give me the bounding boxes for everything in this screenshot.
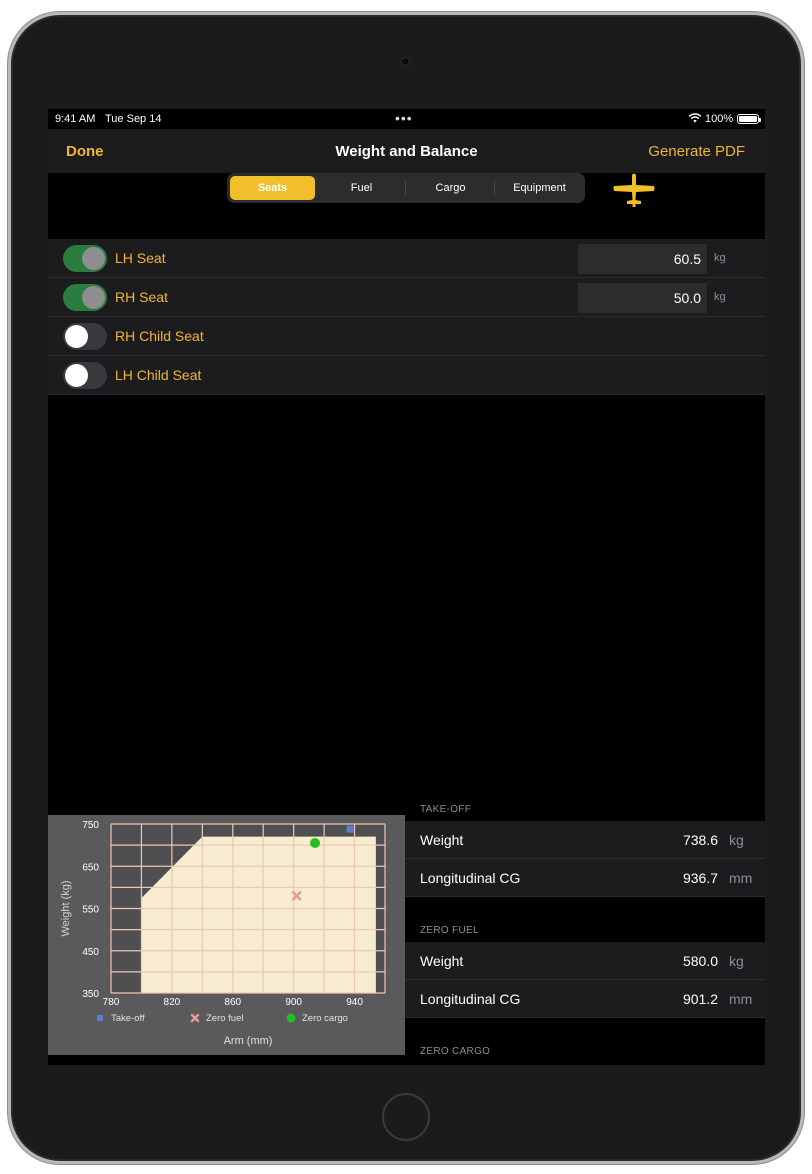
battery-fill — [739, 116, 757, 122]
tab-equipment[interactable]: Equipment — [497, 176, 582, 200]
seat-list: LH Seat 60.5 kg RH Seat 50.0 kg RH Child… — [48, 239, 765, 395]
y-tick-label: 650 — [82, 862, 99, 873]
takeoff-cg-label: Longitudinal CG — [420, 870, 521, 886]
segment-divider — [494, 181, 495, 195]
tab-segmented-control: Seats Fuel Cargo Equipment — [227, 173, 585, 203]
status-bar: 9:41 AM Tue Sep 14 ••• 100% — [48, 109, 765, 129]
legend-marker-zero-cargo — [286, 1013, 296, 1023]
battery-tip — [759, 118, 761, 122]
zero-fuel-weight-label: Weight — [420, 953, 464, 969]
chart-svg: 780 820 860 900 940 350 450 550 650 750 Arm (mm) We… — [60, 820, 386, 1047]
takeoff-weight-row: Weight 738.6 kg — [405, 821, 765, 859]
multitasking-dots-icon[interactable]: ••• — [395, 110, 413, 126]
legend-label-take-off: Take-off — [111, 1013, 145, 1024]
generate-pdf-button[interactable]: Generate PDF — [648, 143, 745, 160]
y-tick-label: 750 — [82, 820, 99, 831]
rh-seat-toggle[interactable] — [63, 284, 107, 311]
x-tick-label: 940 — [346, 997, 363, 1008]
zero-fuel-cg-value: 901.2 — [682, 991, 718, 1007]
lh-seat-toggle[interactable] — [63, 245, 107, 272]
takeoff-section-header: TAKE-OFF — [420, 804, 472, 815]
takeoff-cg-row: Longitudinal CG 936.7 mm — [405, 859, 765, 897]
zero-fuel-cg-unit: mm — [729, 991, 753, 1007]
legend-marker-take-off — [97, 1015, 103, 1021]
data-point-zero-cargo — [309, 838, 320, 849]
rh-seat-weight-field[interactable]: 50.0 — [578, 283, 707, 313]
screen: 9:41 AM Tue Sep 14 ••• 100% Done Weight … — [48, 109, 765, 1065]
segment-divider — [405, 181, 406, 195]
zero-fuel-weight-row: Weight 580.0 kg — [405, 942, 765, 980]
navigation-bar: Done Weight and Balance Generate PDF — [48, 129, 765, 173]
lh-seat-unit: kg — [714, 252, 726, 264]
tab-cargo[interactable]: Cargo — [408, 176, 493, 200]
battery-percentage: 100% — [705, 113, 734, 125]
toggle-knob — [65, 364, 88, 387]
zero-fuel-cg-row: Longitudinal CG 901.2 mm — [405, 980, 765, 1018]
wifi-icon — [688, 113, 702, 123]
weight-balance-chart: 780 820 860 900 940 350 450 550 650 750 Arm (mm) We… — [48, 815, 405, 1055]
takeoff-weight-value: 738.6 — [682, 832, 718, 848]
y-tick-label: 450 — [82, 947, 99, 958]
takeoff-weight-label: Weight — [420, 832, 464, 848]
toggle-knob — [65, 325, 88, 348]
status-time: 9:41 AM — [55, 113, 96, 125]
y-tick-label: 350 — [82, 989, 99, 1000]
home-button[interactable] — [382, 1093, 430, 1141]
lh-seat-weight-field[interactable]: 60.5 — [578, 244, 707, 274]
camera — [401, 57, 410, 66]
takeoff-weight-unit: kg — [729, 832, 744, 848]
x-tick-label: 780 — [103, 997, 120, 1008]
zero-fuel-weight-unit: kg — [729, 953, 744, 969]
seat-row-rh-seat: RH Seat 50.0 kg — [48, 278, 765, 317]
lh-child-seat-toggle[interactable] — [63, 362, 107, 389]
rh-child-seat-label: RH Child Seat — [115, 328, 204, 344]
rh-child-seat-toggle[interactable] — [63, 323, 107, 350]
lh-child-seat-label: LH Child Seat — [115, 367, 202, 383]
y-tick-label: 550 — [82, 905, 99, 916]
seat-row-lh-seat: LH Seat 60.5 kg — [48, 239, 765, 278]
zero-fuel-cg-label: Longitudinal CG — [420, 991, 521, 1007]
lh-seat-label: LH Seat — [115, 250, 166, 266]
zero-fuel-weight-value: 580.0 — [682, 953, 718, 969]
rh-seat-unit: kg — [714, 291, 726, 303]
legend-label-zero-fuel: Zero fuel — [206, 1013, 244, 1024]
status-date: Tue Sep 14 — [105, 113, 162, 125]
x-axis-label: Arm (mm) — [224, 1035, 273, 1047]
battery-icon — [737, 114, 761, 124]
y-axis-label: Weight (kg) — [60, 880, 72, 936]
zero-cargo-section-header: ZERO CARGO — [420, 1046, 491, 1057]
airplane-icon[interactable] — [612, 171, 656, 209]
x-tick-label: 820 — [164, 997, 181, 1008]
zero-fuel-section-header: ZERO FUEL — [420, 925, 479, 936]
rh-seat-label: RH Seat — [115, 289, 168, 305]
x-tick-label: 900 — [285, 997, 302, 1008]
legend-label-zero-cargo: Zero cargo — [302, 1013, 348, 1024]
takeoff-cg-unit: mm — [729, 870, 753, 886]
seat-row-lh-child-seat: LH Child Seat — [48, 356, 765, 395]
toggle-knob — [82, 247, 105, 270]
tab-fuel[interactable]: Fuel — [319, 176, 404, 200]
seat-row-rh-child-seat: RH Child Seat — [48, 317, 765, 356]
takeoff-cg-value: 936.7 — [682, 870, 718, 886]
data-point-take-off — [346, 825, 354, 833]
legend-marker-zero-fuel — [190, 1013, 200, 1023]
results-panel: TAKE-OFF Weight 738.6 kg Longitudinal CG… — [405, 797, 765, 1065]
tab-seats[interactable]: Seats — [230, 176, 315, 200]
toggle-knob — [82, 286, 105, 309]
x-tick-label: 860 — [224, 997, 241, 1008]
